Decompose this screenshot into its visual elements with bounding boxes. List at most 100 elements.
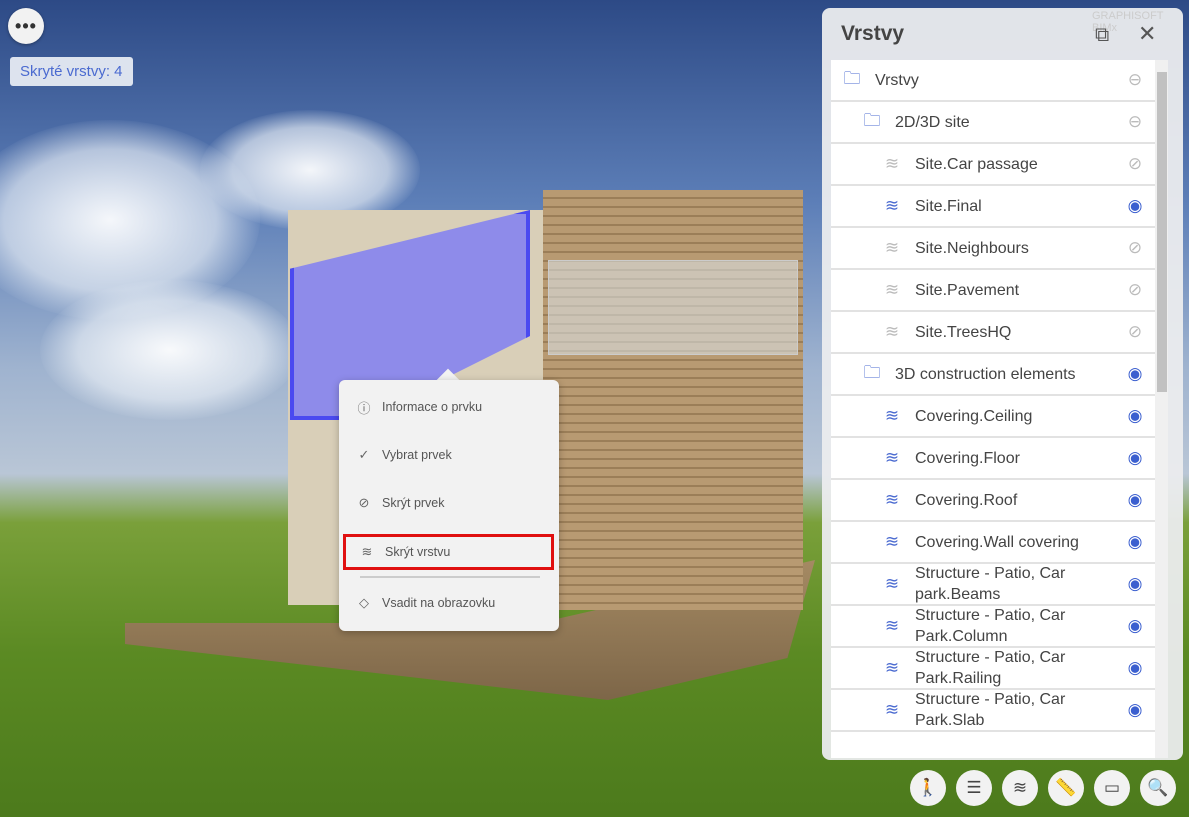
- layer-icon: ≋: [884, 280, 900, 299]
- visibility-eye-icon[interactable]: ⊘: [1115, 238, 1155, 258]
- layer-icon: ≋: [884, 490, 900, 509]
- layers-icon: ≋: [1012, 778, 1028, 797]
- layer-name: Site.Neighbours: [915, 239, 1029, 257]
- layers-panel: GRAPHISOFT BIMx Vrstvy ⧉ ✕ 🗀 Vrstvy ⊖ 🗀 2D/3…: [822, 8, 1183, 760]
- layer-icon: ≋: [884, 406, 900, 425]
- layer-name: Site.Pavement: [915, 281, 1020, 299]
- visibility-eye-icon[interactable]: ⊖: [1115, 112, 1155, 132]
- visibility-eye-icon[interactable]: ⊘: [1115, 280, 1155, 300]
- scrollbar[interactable]: [1155, 60, 1168, 758]
- visibility-eye-icon[interactable]: ⊖: [1115, 70, 1155, 90]
- context-menu: ⓘ Informace o prvku ✓ Vybrat prvek ⊘ Skrýt …: [339, 380, 559, 631]
- layer-icon: ≋: [884, 658, 900, 677]
- visibility-eye-icon[interactable]: ◉: [1115, 448, 1155, 468]
- layer-row[interactable]: ≋ Structure - Patio, Car Park.Railing ◉: [831, 648, 1155, 690]
- menu-item-select[interactable]: ✓ Vybrat prvek: [339, 437, 559, 473]
- info-icon: ⓘ: [357, 400, 371, 416]
- layer-name: Vrstvy: [875, 71, 919, 89]
- menu-item-hide-element[interactable]: ⊘ Skrýt prvek: [339, 485, 559, 521]
- ruler-icon: 📏: [1055, 778, 1077, 797]
- layer-row[interactable]: ≋ Site.Neighbours ⊘: [831, 228, 1155, 270]
- menu-item-info[interactable]: ⓘ Informace o prvku: [339, 389, 559, 425]
- layer-icon: ≋: [884, 238, 900, 257]
- menu-label: Informace o prvku: [382, 400, 483, 414]
- layer-row[interactable]: ≋ Covering.Roof ◉: [831, 480, 1155, 522]
- menu-item-fit-screen[interactable]: ◇ Vsadit na obrazovku: [339, 585, 559, 621]
- visibility-eye-icon[interactable]: ◉: [1115, 490, 1155, 510]
- layer-name: 2D/3D site: [895, 113, 970, 131]
- layer-row[interactable]: ≋ Site.Pavement ⊘: [831, 270, 1155, 312]
- layer-row[interactable]: ≋ Structure - Patio, Car Park.Column ◉: [831, 606, 1155, 648]
- layer-name: Covering.Wall covering: [915, 533, 1079, 551]
- scrollbar-thumb[interactable]: [1157, 72, 1167, 392]
- zoom-view-icon: 🔍: [1147, 778, 1169, 797]
- visibility-eye-icon[interactable]: ◉: [1115, 658, 1155, 678]
- layer-icon: ≋: [884, 322, 900, 341]
- layers-icon: ≋: [361, 544, 373, 559]
- menu-label: Vybrat prvek: [382, 448, 452, 462]
- glass-railing[interactable]: [548, 260, 798, 355]
- sky-cloud: [40, 280, 300, 420]
- menu-item-hide-layer[interactable]: ≋ Skrýt vrstvu: [343, 534, 554, 570]
- layers-button[interactable]: ≋: [1002, 770, 1038, 806]
- ruler-button[interactable]: 📏: [1048, 770, 1084, 806]
- visibility-eye-icon[interactable]: ⊘: [1115, 322, 1155, 342]
- sheet-icon: ▭: [1103, 778, 1121, 797]
- zoom-view-button[interactable]: 🔍: [1140, 770, 1176, 806]
- layer-name: Structure - Patio, Car Park.Column: [915, 607, 1066, 645]
- layer-row[interactable]: 🗀 Vrstvy ⊖: [831, 60, 1155, 102]
- visibility-eye-icon[interactable]: ⊘: [1115, 154, 1155, 174]
- menu-separator: [360, 576, 540, 578]
- folder-icon: 🗀: [863, 362, 881, 382]
- layer-name: 3D construction elements: [895, 365, 1076, 383]
- menu-label: Vsadit na obrazovku: [382, 596, 496, 610]
- layer-icon: ≋: [884, 616, 900, 635]
- layer-row[interactable]: 🗀 2D/3D site ⊖: [831, 102, 1155, 144]
- layer-row[interactable]: 🗀 3D construction elements ◉: [831, 354, 1155, 396]
- select-all-icon[interactable]: ⧉: [1095, 24, 1109, 47]
- visibility-eye-icon[interactable]: ◉: [1115, 364, 1155, 384]
- layer-row[interactable]: ≋ Covering.Floor ◉: [831, 438, 1155, 480]
- visibility-eye-icon[interactable]: ◉: [1115, 532, 1155, 552]
- layer-row[interactable]: ≋ Site.TreesHQ ⊘: [831, 312, 1155, 354]
- layer-row[interactable]: ≋ Structure - Patio, Car park.Beams ◉: [831, 564, 1155, 606]
- layer-icon: ≋: [884, 700, 900, 719]
- layer-icon: ≋: [884, 154, 900, 173]
- layer-name: Site.Final: [915, 197, 982, 215]
- layer-name: Structure - Patio, Car Park.Slab: [915, 691, 1066, 729]
- menu-label: Skrýt prvek: [382, 496, 445, 510]
- walk-icon: 🚶: [917, 778, 939, 797]
- settings-sliders-button[interactable]: ☰: [956, 770, 992, 806]
- house-wall-wood[interactable]: [543, 190, 803, 610]
- panel-title: Vrstvy: [841, 22, 905, 45]
- layer-name: Structure - Patio, Car Park.Railing: [915, 649, 1066, 687]
- fit-screen-icon: ◇: [359, 595, 369, 610]
- more-button[interactable]: •••: [8, 8, 44, 44]
- sheet-button[interactable]: ▭: [1094, 770, 1130, 806]
- check-circle-icon: ✓: [358, 447, 370, 462]
- layer-row[interactable]: ≋ Covering.Ceiling ◉: [831, 396, 1155, 438]
- walk-button[interactable]: 🚶: [910, 770, 946, 806]
- layer-row[interactable]: ≋ Structure - Patio, Car Park.Slab ◉: [831, 690, 1155, 732]
- layer-row[interactable]: ≋ Site.Final ◉: [831, 186, 1155, 228]
- layer-name: Site.Car passage: [915, 155, 1038, 173]
- hidden-layers-badge[interactable]: Skryté vrstvy: 4: [10, 57, 133, 86]
- visibility-eye-icon[interactable]: ◉: [1115, 700, 1155, 720]
- settings-sliders-icon: ☰: [966, 778, 982, 797]
- layer-name: Covering.Roof: [915, 491, 1018, 509]
- menu-label: Skrýt vrstvu: [385, 545, 451, 559]
- layer-icon: ≋: [884, 574, 900, 593]
- layer-name: Structure - Patio, Car park.Beams: [915, 565, 1066, 603]
- layer-name: Site.TreesHQ: [915, 323, 1012, 341]
- visibility-eye-icon[interactable]: ◉: [1115, 574, 1155, 594]
- visibility-eye-icon[interactable]: ◉: [1115, 406, 1155, 426]
- folder-icon: 🗀: [863, 110, 881, 130]
- layer-icon: ≋: [884, 196, 900, 215]
- close-icon[interactable]: ✕: [1138, 21, 1156, 47]
- layer-row[interactable]: ≋ Site.Car passage ⊘: [831, 144, 1155, 186]
- visibility-eye-icon[interactable]: ◉: [1115, 196, 1155, 216]
- layer-list: 🗀 Vrstvy ⊖ 🗀 2D/3D site ⊖ ≋ Site.Car passage ⊘ ≋ S…: [831, 60, 1155, 758]
- layer-row[interactable]: ≋ Covering.Wall covering ◉: [831, 522, 1155, 564]
- visibility-eye-icon[interactable]: ◉: [1115, 616, 1155, 636]
- layer-icon: ≋: [884, 448, 900, 467]
